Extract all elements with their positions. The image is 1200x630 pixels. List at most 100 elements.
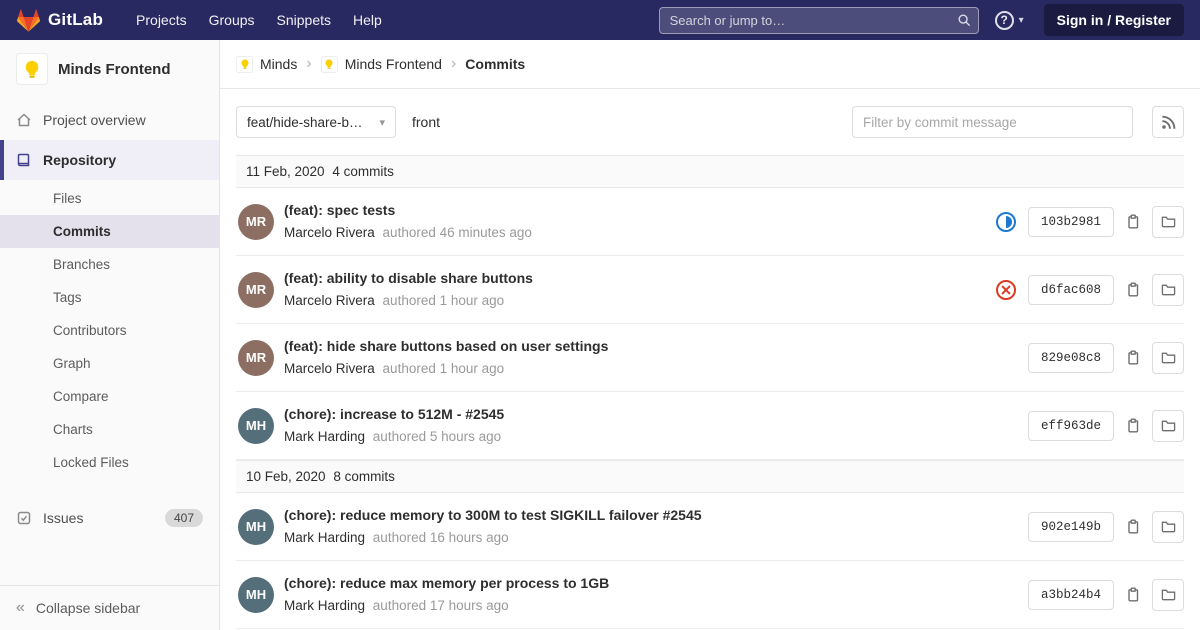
breadcrumb-current: Commits xyxy=(465,56,526,72)
commit-actions: 103b2981 xyxy=(995,205,1184,238)
top-navbar: GitLab Projects Groups Snippets Help ? ▾… xyxy=(0,0,1200,40)
collapse-icon: « xyxy=(16,599,25,616)
copy-sha-button[interactable] xyxy=(1125,587,1141,603)
sidebar-item-repository[interactable]: Repository xyxy=(0,140,219,180)
avatar[interactable]: MR xyxy=(238,203,274,240)
project-sidebar: Minds Frontend Project overview Reposito… xyxy=(0,40,220,630)
nav-link-help[interactable]: Help xyxy=(342,0,393,40)
commit-row: MH (chore): reduce max memory per proces… xyxy=(236,561,1184,629)
commit-author-link[interactable]: Marcelo Rivera xyxy=(284,225,375,240)
sidebar-subitem-commits[interactable]: Commits xyxy=(0,215,219,248)
avatar[interactable]: MR xyxy=(238,271,274,308)
issues-icon xyxy=(17,511,31,525)
avatar[interactable]: MH xyxy=(238,407,274,444)
ci-status-running-icon[interactable] xyxy=(995,211,1017,233)
gitlab-logo[interactable]: GitLab xyxy=(16,8,103,33)
folder-icon xyxy=(1161,284,1175,296)
commit-title-link[interactable]: (feat): ability to disable share buttons xyxy=(284,270,533,286)
commit-title-link[interactable]: (chore): reduce memory to 300M to test S… xyxy=(284,507,702,523)
commit-author-link[interactable]: Marcelo Rivera xyxy=(284,361,375,376)
nav-link-projects[interactable]: Projects xyxy=(125,0,198,40)
commit-sha-button[interactable]: 103b2981 xyxy=(1027,206,1114,237)
repo-path-label: front xyxy=(412,114,441,130)
avatar[interactable]: MH xyxy=(238,576,274,613)
avatar[interactable]: MH xyxy=(238,508,274,545)
commit-info: (chore): reduce memory to 300M to test S… xyxy=(284,506,1016,547)
sign-in-register-button[interactable]: Sign in / Register xyxy=(1043,4,1184,36)
brand-name: GitLab xyxy=(48,10,104,29)
collapse-label: Collapse sidebar xyxy=(35,600,141,616)
commit-meta: Marcelo Rivera authored 1 hour ago xyxy=(284,360,1016,378)
commit-time: authored 1 hour ago xyxy=(382,361,505,376)
date-header-date: 11 Feb, 2020 xyxy=(246,164,325,179)
copy-sha-button[interactable] xyxy=(1125,214,1141,230)
project-avatar xyxy=(16,53,48,85)
commit-author-link[interactable]: Mark Harding xyxy=(284,429,365,444)
browse-files-button[interactable] xyxy=(1152,273,1184,306)
browse-files-button[interactable] xyxy=(1152,409,1184,442)
commit-time: authored 1 hour ago xyxy=(382,293,505,308)
sidebar-subitem-compare[interactable]: Compare xyxy=(0,380,219,413)
sidebar-subitem-contributors[interactable]: Contributors xyxy=(0,314,219,347)
commit-meta: Marcelo Rivera authored 1 hour ago xyxy=(284,292,983,310)
browse-files-button[interactable] xyxy=(1152,341,1184,374)
commit-title-link[interactable]: (feat): spec tests xyxy=(284,202,395,218)
branch-dropdown[interactable]: feat/hide-share-b… ▾ xyxy=(236,106,396,138)
filter-commits-input[interactable] xyxy=(852,106,1133,138)
breadcrumb-group[interactable]: Minds xyxy=(236,55,297,73)
sidebar-item-project-overview[interactable]: Project overview xyxy=(0,100,219,140)
folder-icon xyxy=(1161,352,1175,364)
sidebar-item-label: Project overview xyxy=(43,112,146,128)
search-input[interactable] xyxy=(658,6,979,34)
sidebar-subitem-files[interactable]: Files xyxy=(0,182,219,215)
commit-actions: 902e149b xyxy=(1027,510,1184,543)
commit-meta: Marcelo Rivera authored 46 minutes ago xyxy=(284,224,983,242)
commit-actions: a3bb24b4 xyxy=(1027,578,1184,611)
commit-sha-button[interactable]: 902e149b xyxy=(1027,511,1114,542)
breadcrumb-project[interactable]: Minds Frontend xyxy=(320,55,442,73)
browse-files-button[interactable] xyxy=(1152,510,1184,543)
commit-sha-button[interactable]: d6fac608 xyxy=(1027,274,1114,305)
sidebar-subitem-graph[interactable]: Graph xyxy=(0,347,219,380)
commit-sha-button[interactable]: eff963de xyxy=(1027,410,1114,441)
sidebar-subitem-charts[interactable]: Charts xyxy=(0,413,219,446)
copy-sha-button[interactable] xyxy=(1125,350,1141,366)
nav-link-groups[interactable]: Groups xyxy=(198,0,266,40)
sidebar-subitem-branches[interactable]: Branches xyxy=(0,248,219,281)
sidebar-item-label: Repository xyxy=(43,152,117,168)
browse-files-button[interactable] xyxy=(1152,578,1184,611)
commit-title-link[interactable]: (chore): reduce max memory per process t… xyxy=(284,575,609,591)
commit-time: authored 46 minutes ago xyxy=(382,225,532,240)
collapse-sidebar-button[interactable]: « Collapse sidebar xyxy=(0,585,219,630)
commit-row: MR (feat): hide share buttons based on u… xyxy=(236,324,1184,392)
sidebar-subitem-locked-files[interactable]: Locked Files xyxy=(0,446,219,479)
nav-link-snippets[interactable]: Snippets xyxy=(266,0,342,40)
commit-author-link[interactable]: Mark Harding xyxy=(284,598,365,613)
commit-time: authored 16 hours ago xyxy=(372,530,509,545)
gitlab-tanuki-icon xyxy=(16,8,41,33)
copy-sha-button[interactable] xyxy=(1125,282,1141,298)
breadcrumb-separator-icon: › xyxy=(306,55,312,72)
copy-sha-button[interactable] xyxy=(1125,418,1141,434)
commit-author-link[interactable]: Marcelo Rivera xyxy=(284,293,375,308)
breadcrumb-separator-icon: › xyxy=(450,55,457,72)
breadcrumb-project-label: Minds Frontend xyxy=(344,56,442,72)
commit-author-link[interactable]: Mark Harding xyxy=(284,530,365,545)
breadcrumb: Minds › Minds Frontend › Commits xyxy=(220,40,1200,89)
sidebar-project-header[interactable]: Minds Frontend xyxy=(0,40,219,100)
commit-time: authored 5 hours ago xyxy=(372,429,502,444)
sidebar-subitem-tags[interactable]: Tags xyxy=(0,281,219,314)
commit-sha-button[interactable]: a3bb24b4 xyxy=(1027,579,1114,610)
copy-sha-button[interactable] xyxy=(1125,519,1141,535)
help-menu[interactable]: ? ▾ xyxy=(994,10,1024,30)
commits-feed-button[interactable] xyxy=(1152,106,1184,138)
commit-info: (feat): spec tests Marcelo Rivera author… xyxy=(284,201,983,242)
commit-title-link[interactable]: (feat): hide share buttons based on user… xyxy=(284,338,608,354)
browse-files-button[interactable] xyxy=(1152,205,1184,238)
ci-status-failed-icon[interactable] xyxy=(995,279,1017,301)
sidebar-item-issues[interactable]: Issues 407 xyxy=(0,497,219,539)
avatar[interactable]: MR xyxy=(238,339,274,376)
clipboard-icon xyxy=(1128,282,1139,296)
commit-title-link[interactable]: (chore): increase to 512M - #2545 xyxy=(284,406,504,422)
commit-sha-button[interactable]: 829e08c8 xyxy=(1027,342,1114,373)
